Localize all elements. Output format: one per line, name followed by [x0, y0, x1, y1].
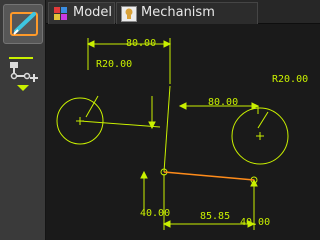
dim-link-length[interactable]: 85.85: [200, 211, 230, 222]
dim-right-radius[interactable]: R20.00: [272, 74, 308, 85]
sketch-tool-button[interactable]: [3, 4, 43, 44]
tab-mechanism-label: Mechanism: [141, 5, 215, 20]
lightbulb-icon: [121, 6, 137, 22]
tab-bar: Model Mechanism: [46, 0, 320, 24]
sketch-application: Model Mechanism 80.00 R20.00 80.00 R20.0…: [0, 0, 320, 240]
sketch-canvas[interactable]: 80.00 R20.00 80.00 R20.00 40.00 85.85 40…: [46, 24, 320, 240]
dim-right-width[interactable]: 80.00: [208, 97, 238, 108]
mechanism-tool-button[interactable]: [3, 54, 43, 96]
sketch-drawing: 80.00 R20.00 80.00 R20.00 40.00 85.85 40…: [56, 38, 308, 230]
tab-mechanism[interactable]: Mechanism: [116, 2, 258, 24]
dim-right-offset[interactable]: 40.00: [240, 217, 270, 228]
tab-model-label: Model: [73, 5, 113, 20]
tab-model[interactable]: Model: [48, 2, 115, 24]
dim-top-width[interactable]: 80.00: [126, 38, 156, 49]
coupler-link[interactable]: [163, 171, 255, 181]
model-colorblocks-icon: [54, 7, 67, 20]
left-toolbar: [0, 0, 46, 240]
dim-left-offset[interactable]: 40.00: [140, 208, 170, 219]
linkage-dropdown-icon: [9, 57, 38, 91]
vertical-link[interactable]: [163, 85, 171, 173]
pencil-sketch-icon: [10, 12, 38, 36]
dim-left-radius[interactable]: R20.00: [96, 59, 132, 70]
